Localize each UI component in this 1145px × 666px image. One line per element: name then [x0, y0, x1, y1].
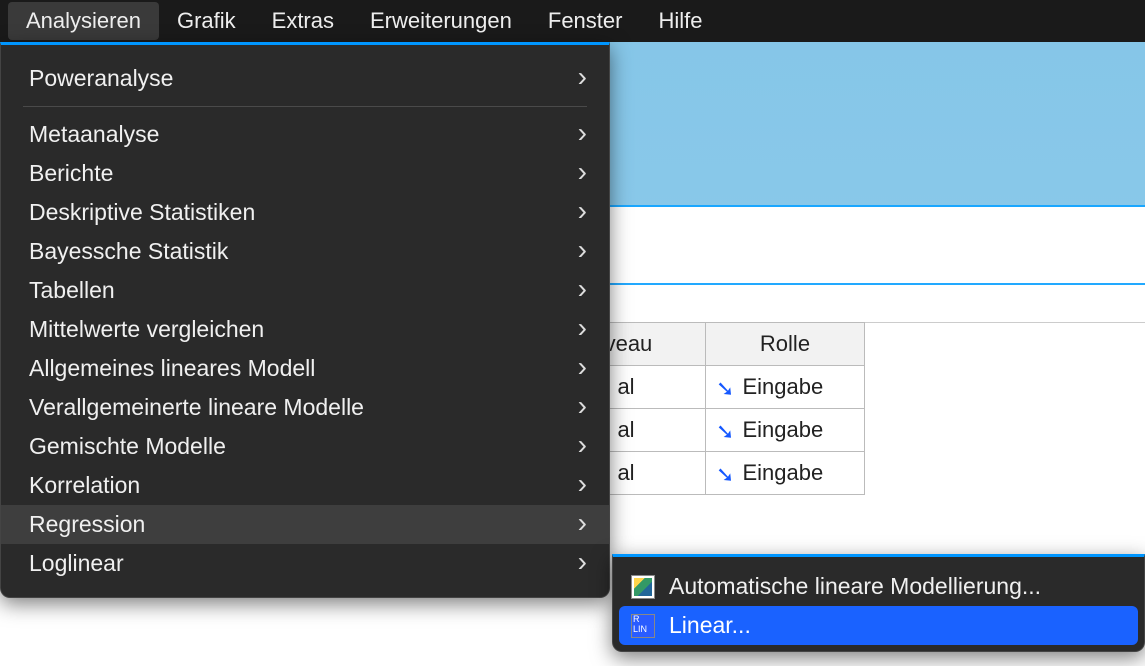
menu-item-label: Deskriptive Statistiken: [29, 199, 255, 226]
submenu-auto-linear[interactable]: Automatische lineare Modellierung...: [613, 567, 1144, 606]
chevron-right-icon: [578, 160, 587, 187]
chevron-right-icon: [578, 511, 587, 538]
chevron-right-icon: [578, 65, 587, 92]
menu-item-label: Mittelwerte vergleichen: [29, 316, 264, 343]
menu-berichte[interactable]: Berichte: [1, 154, 609, 193]
cell-rolle[interactable]: ➘ Eingabe: [705, 451, 865, 495]
chevron-right-icon: [578, 238, 587, 265]
submenu-item-label: Automatische lineare Modellierung...: [669, 573, 1041, 600]
submenu-linear[interactable]: Linear...: [619, 606, 1138, 645]
cell-rolle-text: Eingabe: [742, 417, 823, 443]
menu-item-label: Bayessche Statistik: [29, 238, 228, 265]
linear-icon: [631, 614, 655, 638]
menu-hilfe[interactable]: Hilfe: [640, 2, 720, 40]
menu-item-label: Tabellen: [29, 277, 115, 304]
menu-analysieren[interactable]: Analysieren: [8, 2, 159, 40]
menu-item-label: Gemischte Modelle: [29, 433, 226, 460]
regression-submenu: Automatische lineare Modellierung... Lin…: [612, 554, 1145, 652]
menu-mittelwerte-vergleichen[interactable]: Mittelwerte vergleichen: [1, 310, 609, 349]
menu-item-label: Korrelation: [29, 472, 140, 499]
menu-korrelation[interactable]: Korrelation: [1, 466, 609, 505]
menu-loglinear[interactable]: Loglinear: [1, 544, 609, 583]
menu-item-label: Regression: [29, 511, 145, 538]
menu-erweiterungen[interactable]: Erweiterungen: [352, 2, 530, 40]
menu-item-label: Allgemeines lineares Modell: [29, 355, 315, 382]
analysieren-dropdown: Poweranalyse Metaanalyse Berichte Deskri…: [0, 42, 610, 598]
menu-item-label: Verallgemeinerte lineare Modelle: [29, 394, 364, 421]
cell-rolle-text: Eingabe: [742, 374, 823, 400]
chevron-right-icon: [578, 550, 587, 577]
role-input-icon: ➘: [716, 376, 734, 402]
chevron-right-icon: [578, 433, 587, 460]
menu-tabellen[interactable]: Tabellen: [1, 271, 609, 310]
menu-gemischte-modelle[interactable]: Gemischte Modelle: [1, 427, 609, 466]
menu-item-label: Metaanalyse: [29, 121, 159, 148]
cell-rolle-text: Eingabe: [742, 460, 823, 486]
column-header-rolle[interactable]: Rolle: [705, 322, 865, 366]
chevron-right-icon: [578, 316, 587, 343]
menu-item-label: Loglinear: [29, 550, 124, 577]
menu-grafik[interactable]: Grafik: [159, 2, 254, 40]
chevron-right-icon: [578, 355, 587, 382]
chevron-right-icon: [578, 394, 587, 421]
auto-linear-icon: [631, 575, 655, 599]
menu-deskriptive-statistiken[interactable]: Deskriptive Statistiken: [1, 193, 609, 232]
menubar: Analysieren Grafik Extras Erweiterungen …: [0, 0, 1145, 42]
cell-rolle[interactable]: ➘ Eingabe: [705, 408, 865, 452]
menu-fenster[interactable]: Fenster: [530, 2, 641, 40]
role-input-icon: ➘: [716, 419, 734, 445]
menu-bayessche-statistik[interactable]: Bayessche Statistik: [1, 232, 609, 271]
menu-item-label: Poweranalyse: [29, 65, 173, 92]
menu-separator: [23, 106, 587, 107]
menu-verallgemeinerte-lineare-modelle[interactable]: Verallgemeinerte lineare Modelle: [1, 388, 609, 427]
chevron-right-icon: [578, 472, 587, 499]
menu-item-label: Berichte: [29, 160, 113, 187]
role-input-icon: ➘: [716, 462, 734, 488]
chevron-right-icon: [578, 199, 587, 226]
chevron-right-icon: [578, 277, 587, 304]
menu-regression[interactable]: Regression: [1, 505, 609, 544]
menu-extras[interactable]: Extras: [254, 2, 352, 40]
submenu-item-label: Linear...: [669, 612, 751, 639]
menu-allgemeines-lineares-modell[interactable]: Allgemeines lineares Modell: [1, 349, 609, 388]
cell-rolle[interactable]: ➘ Eingabe: [705, 365, 865, 409]
chevron-right-icon: [578, 121, 587, 148]
menu-poweranalyse[interactable]: Poweranalyse: [1, 59, 609, 98]
menu-metaanalyse[interactable]: Metaanalyse: [1, 115, 609, 154]
